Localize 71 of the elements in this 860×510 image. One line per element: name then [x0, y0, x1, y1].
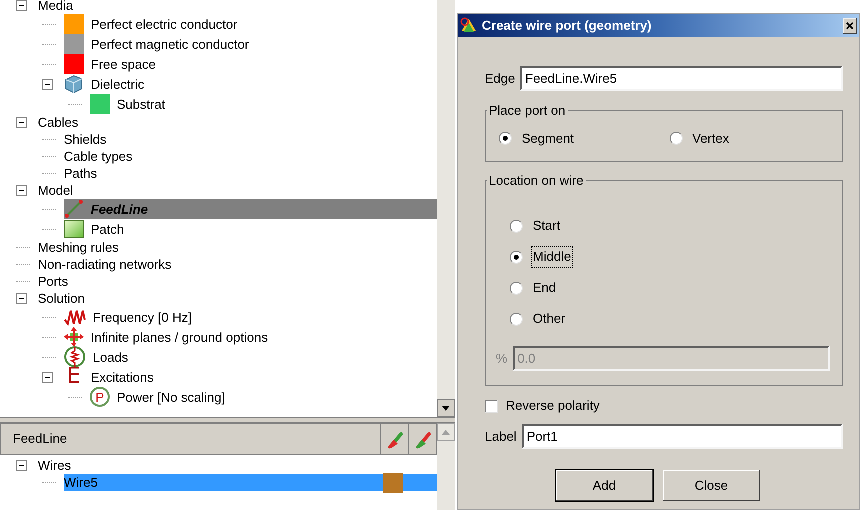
- group-title: Location on wire: [488, 172, 585, 190]
- tree-item[interactable]: Wires: [38, 457, 437, 474]
- radio-button[interactable]: [499, 132, 512, 145]
- wire-icon: [64, 199, 84, 219]
- tree-item[interactable]: Cables: [38, 114, 437, 131]
- tree-item[interactable]: Media: [38, 0, 437, 14]
- radio-button[interactable]: [670, 132, 682, 145]
- radio-label[interactable]: End: [531, 277, 558, 299]
- tree-item[interactable]: Free space: [64, 54, 437, 74]
- tree-item[interactable]: Meshing rules: [38, 239, 437, 256]
- collapse-toggle-icon[interactable]: [16, 117, 27, 128]
- tree-item[interactable]: Solution: [38, 290, 437, 307]
- patch-icon: [64, 220, 84, 238]
- field-label: Label: [485, 428, 517, 446]
- tree-item[interactable]: Frequency [0 Hz]: [64, 307, 437, 327]
- tree-item[interactable]: Infinite planes / ground options: [64, 327, 437, 347]
- radio-label[interactable]: Start: [531, 215, 562, 237]
- edge-field[interactable]: FeedLine.Wire5: [520, 66, 843, 91]
- close-button[interactable]: [843, 18, 857, 34]
- caret-icon: [442, 406, 450, 410]
- collapse-toggle-icon[interactable]: [16, 0, 27, 11]
- app-icon: [460, 16, 478, 34]
- dialog-button[interactable]: Close: [663, 470, 760, 501]
- power-icon: P: [90, 387, 110, 407]
- tree-item[interactable]: Wire5: [64, 474, 437, 491]
- wave-icon: [64, 308, 86, 326]
- scrollbar[interactable]: [437, 0, 455, 417]
- tree-item[interactable]: Dielectric: [64, 74, 437, 94]
- tree-item[interactable]: Non-radiating networks: [38, 256, 437, 273]
- radio-button[interactable]: [510, 282, 523, 294]
- tree-item[interactable]: P Power [No scaling]: [90, 387, 437, 407]
- arrows-icon: [64, 327, 84, 347]
- collapse-toggle-icon[interactable]: [42, 78, 53, 90]
- cube-icon: [64, 74, 84, 94]
- collapse-toggle-icon[interactable]: [16, 293, 27, 304]
- radio-button[interactable]: [510, 250, 523, 264]
- tree-item[interactable]: Paths: [64, 165, 437, 182]
- tree-item[interactable]: Perfect electric conductor: [64, 14, 437, 34]
- close-icon: [846, 22, 854, 30]
- checkbox-option[interactable]: Reverse polarity: [485, 397, 843, 415]
- tree-item[interactable]: Substrat: [90, 94, 437, 114]
- radio-button[interactable]: [510, 312, 523, 326]
- collapse-toggle-icon[interactable]: [42, 372, 53, 382]
- tree-item[interactable]: Shields: [64, 131, 437, 148]
- pane-title: FeedLine: [12, 430, 68, 448]
- radio-label[interactable]: Middle: [531, 246, 574, 268]
- tree-item[interactable]: Perfect magnetic conductor: [64, 34, 437, 54]
- field-label: Edge: [485, 70, 516, 88]
- caret-icon: [442, 430, 450, 434]
- radio-label[interactable]: Vertex: [690, 128, 732, 150]
- label-field[interactable]: Port1: [522, 424, 843, 449]
- tree-item[interactable]: Patch: [64, 219, 437, 239]
- scroll-down-button[interactable]: [437, 399, 455, 417]
- radio-button[interactable]: [510, 220, 523, 232]
- tree-item[interactable]: Cable types: [64, 148, 437, 165]
- load-icon: [64, 346, 86, 368]
- field-label: %: [496, 350, 508, 368]
- tree-item[interactable]: Loads: [64, 347, 437, 367]
- dialog-button[interactable]: Add: [556, 470, 653, 501]
- radio-label[interactable]: Segment: [520, 128, 576, 150]
- collapse-toggle-icon[interactable]: [16, 185, 27, 196]
- scrollbar[interactable]: [437, 423, 455, 455]
- radio-label[interactable]: Other: [531, 308, 568, 330]
- tree-item[interactable]: E Excitations: [64, 367, 437, 387]
- dialog-title: Create wire port (geometry): [482, 16, 653, 35]
- tree-item[interactable]: Model: [38, 182, 437, 199]
- group-title: Place port on: [488, 102, 567, 120]
- excitation-icon: E: [64, 367, 84, 387]
- collapse-toggle-icon[interactable]: [16, 460, 27, 471]
- tree-item[interactable]: FeedLine: [64, 199, 437, 219]
- tree-item[interactable]: Ports: [38, 273, 437, 290]
